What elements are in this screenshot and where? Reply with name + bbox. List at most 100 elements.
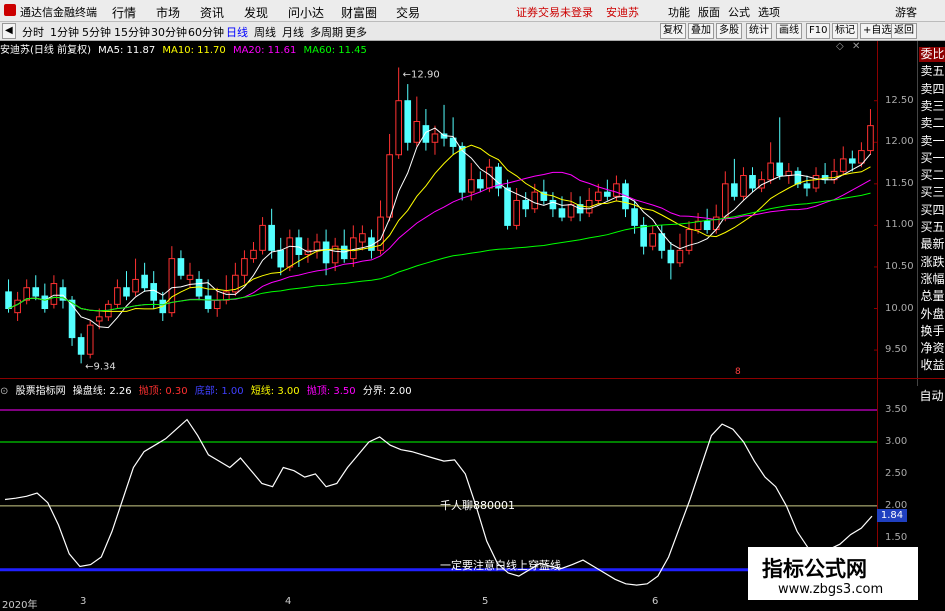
main-chart-header: 安迪苏(日线 前复权) MA5: 11.87 MA10: 11.70 MA20:… xyxy=(0,41,371,56)
candle-body xyxy=(667,249,675,264)
candle-body xyxy=(703,220,711,231)
candle-body xyxy=(776,162,784,177)
menu-news[interactable]: 资讯 xyxy=(200,4,224,21)
candle-body xyxy=(740,175,747,197)
candle-body xyxy=(250,249,257,260)
candle-body xyxy=(114,287,121,305)
low-price-label: ←9.34 xyxy=(85,361,116,372)
quote-field[interactable]: 总量 xyxy=(919,289,945,304)
login-notice[interactable]: 证券交易未登录 xyxy=(516,4,593,20)
stock-name-title: 安迪苏 xyxy=(606,6,639,19)
period-15min[interactable]: 15分钟 xyxy=(114,24,150,40)
collapse-icon[interactable]: ◇ xyxy=(836,41,844,52)
price-tick: 11.50 xyxy=(885,177,914,189)
period-30min[interactable]: 30分钟 xyxy=(151,24,187,40)
quote-field[interactable]: 卖五 xyxy=(919,64,945,79)
menu-trade[interactable]: 交易 xyxy=(396,4,420,21)
menu-formula[interactable]: 公式 xyxy=(728,4,750,20)
stats-button[interactable]: 统计 xyxy=(746,23,772,39)
app-logo-icon xyxy=(4,4,16,16)
menu-discover[interactable]: 发现 xyxy=(244,4,268,21)
quote-field[interactable]: 卖四 xyxy=(919,82,945,97)
candle-body xyxy=(186,274,194,280)
candle-body xyxy=(277,249,285,268)
period-60min[interactable]: 60分钟 xyxy=(188,24,224,40)
indicator-tick: 1.50 xyxy=(885,531,908,543)
auto-button[interactable]: 自动 xyxy=(918,387,945,404)
menu-wealth[interactable]: 财富圈 xyxy=(341,4,377,21)
quote-field[interactable]: 换手 xyxy=(919,324,945,339)
high-price-label: ←12.90 xyxy=(403,69,440,80)
overlay-button[interactable]: 叠加 xyxy=(688,23,714,39)
period-5min[interactable]: 5分钟 xyxy=(82,24,111,40)
period-monthly[interactable]: 月线 xyxy=(282,24,304,40)
period-more[interactable]: 更多 xyxy=(345,24,367,40)
return-button[interactable]: 返回 xyxy=(891,23,917,39)
draw-button[interactable]: 画线 xyxy=(776,23,802,39)
annotation-tip: 一定要注意白线上穿蓝线 xyxy=(440,559,561,572)
candle-body xyxy=(141,274,148,289)
price-tick: 12.50 xyxy=(885,94,914,106)
period-1min[interactable]: 1分钟 xyxy=(50,24,79,40)
candle-body xyxy=(839,158,847,172)
menu-ask[interactable]: 问小达 xyxy=(288,4,324,21)
quote-field[interactable]: 买四 xyxy=(919,203,945,218)
quote-field[interactable]: 涨幅 xyxy=(919,272,945,287)
mark-button[interactable]: 标记 xyxy=(832,23,858,39)
candle-body xyxy=(812,175,820,189)
menu-options[interactable]: 选项 xyxy=(758,4,780,20)
candle-body xyxy=(649,233,657,247)
period-tick[interactable]: 分时 xyxy=(22,24,44,40)
period-toolbar: ◀ 分时 1分钟 5分钟 15分钟 30分钟 60分钟 日线 周线 月线 多周期… xyxy=(0,22,945,41)
quote-field[interactable]: 卖三 xyxy=(919,99,945,114)
quote-field[interactable]: 买一 xyxy=(919,151,945,166)
candle-body xyxy=(150,283,158,301)
menu-market[interactable]: 行情 xyxy=(112,4,136,21)
watermark-title: 指标公式网 xyxy=(762,557,867,581)
quote-field[interactable]: 净资 xyxy=(919,341,945,356)
adjust-button[interactable]: 复权 xyxy=(660,23,686,39)
quote-field[interactable]: 买三 xyxy=(919,185,945,200)
ma60-line xyxy=(8,192,871,312)
quote-field[interactable]: 委比 xyxy=(919,47,945,62)
quote-field[interactable]: 卖一 xyxy=(919,134,945,149)
indicator-chart[interactable] xyxy=(0,396,877,594)
candle-body xyxy=(849,158,856,164)
add-watchlist-button[interactable]: +自选 xyxy=(860,23,895,39)
date-tick: 3 xyxy=(80,596,87,607)
expand-icon[interactable]: ✕ xyxy=(852,41,860,52)
multi-stock-button[interactable]: 多股 xyxy=(716,23,742,39)
price-tick: 11.00 xyxy=(885,219,914,231)
candle-body xyxy=(14,299,21,314)
menu-markets[interactable]: 市场 xyxy=(156,4,180,21)
candle-body xyxy=(168,258,176,314)
period-daily[interactable]: 日线 xyxy=(226,24,248,40)
quote-field[interactable]: 卖二 xyxy=(919,116,945,131)
candle-body xyxy=(513,199,520,226)
candle-body xyxy=(803,183,811,189)
indicator-tick: 3.50 xyxy=(885,404,908,416)
quote-field[interactable]: 收益 xyxy=(919,358,945,373)
candlestick-chart[interactable]: ←12.90 ←9.34 8 xyxy=(0,55,877,375)
candle-body xyxy=(486,166,493,189)
quote-field[interactable]: 买二 xyxy=(919,168,945,183)
quote-field[interactable]: 涨跌 xyxy=(919,255,945,270)
menu-layout[interactable]: 版面 xyxy=(698,4,720,20)
period-multi[interactable]: 多周期 xyxy=(310,24,343,40)
guest-label[interactable]: 游客 xyxy=(895,4,917,20)
candle-body xyxy=(431,133,439,143)
candle-body xyxy=(95,316,103,322)
candle-body xyxy=(631,208,638,226)
date-tick: 5 xyxy=(482,596,489,607)
candle-body xyxy=(867,125,874,152)
quote-field[interactable]: 最新 xyxy=(919,237,945,252)
menu-function[interactable]: 功能 xyxy=(668,4,690,20)
back-arrow-icon[interactable]: ◀ xyxy=(2,23,16,39)
quote-field[interactable]: 外盘 xyxy=(919,307,945,322)
f10-button[interactable]: F10 xyxy=(806,23,831,39)
date-tick: 4 xyxy=(285,596,292,607)
period-weekly[interactable]: 周线 xyxy=(254,24,276,40)
quote-field[interactable]: 买五 xyxy=(919,220,945,235)
candle-body xyxy=(77,337,85,355)
candle-body xyxy=(32,287,40,297)
